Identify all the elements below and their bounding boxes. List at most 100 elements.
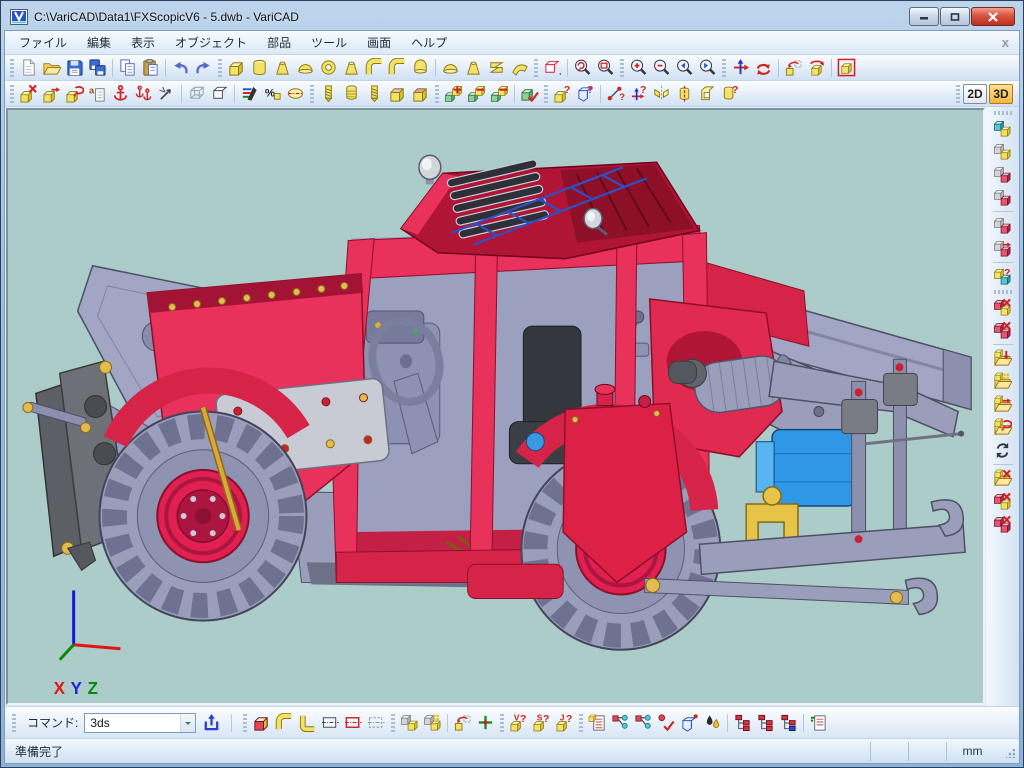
resize-grip[interactable] bbox=[1002, 742, 1017, 761]
menu-item-7[interactable]: ヘルプ bbox=[401, 31, 457, 54]
solid-sphere-quarter-button[interactable] bbox=[439, 57, 462, 79]
copy-solid-position-button[interactable] bbox=[782, 57, 805, 79]
assembly-list-button[interactable] bbox=[754, 712, 777, 734]
cylinder-info-button[interactable]: ? bbox=[719, 83, 742, 105]
move-view-button[interactable] bbox=[729, 57, 752, 79]
new-file-button[interactable] bbox=[17, 57, 40, 79]
view-2d-button[interactable]: 2D bbox=[963, 84, 987, 104]
solid-hollow-cone-button[interactable] bbox=[340, 57, 363, 79]
render-quality-button[interactable] bbox=[701, 712, 724, 734]
solid-box-button[interactable] bbox=[225, 57, 248, 79]
solid-cone-button[interactable] bbox=[271, 57, 294, 79]
link-parts-button[interactable] bbox=[609, 712, 632, 734]
save-all-button[interactable] bbox=[86, 57, 109, 79]
thread-hole-button[interactable] bbox=[340, 83, 363, 105]
fillet-edge-button[interactable] bbox=[386, 83, 409, 105]
part-origin-button[interactable] bbox=[678, 712, 701, 734]
solid-pipe-bend-button[interactable] bbox=[386, 57, 409, 79]
scale-solid-button[interactable]: % bbox=[261, 83, 284, 105]
section-solid-button[interactable] bbox=[284, 83, 307, 105]
menu-item-4[interactable]: 部品 bbox=[257, 31, 301, 54]
select-solids-button[interactable] bbox=[835, 57, 858, 79]
menu-item-0[interactable]: ファイル bbox=[9, 31, 77, 54]
command-input[interactable]: 3ds bbox=[84, 713, 196, 733]
rotate-solid-view-button[interactable] bbox=[991, 117, 1015, 140]
check-links-button[interactable] bbox=[655, 712, 678, 734]
link-parts-copy-button[interactable] bbox=[632, 712, 655, 734]
insert-anchor-button[interactable] bbox=[109, 83, 132, 105]
boolean-add-button[interactable] bbox=[442, 83, 465, 105]
blank-solid-button[interactable] bbox=[991, 214, 1015, 237]
save-file-button[interactable] bbox=[63, 57, 86, 79]
solid-attributes-button[interactable]: a bbox=[86, 83, 109, 105]
paste-from-clipboard-button[interactable] bbox=[139, 57, 162, 79]
part-section-hidden-button[interactable] bbox=[365, 712, 388, 734]
part-section-view-button[interactable] bbox=[319, 712, 342, 734]
position-part-button[interactable] bbox=[474, 712, 497, 734]
boolean-subtract-button[interactable] bbox=[465, 83, 488, 105]
assembly-structure-button[interactable] bbox=[777, 712, 800, 734]
info-inertia-button[interactable]: J? bbox=[553, 712, 576, 734]
zoom-in-button[interactable] bbox=[627, 57, 650, 79]
transform-part-button[interactable] bbox=[451, 712, 474, 734]
delete-from-library-button[interactable] bbox=[991, 467, 1015, 490]
check-solid-button[interactable] bbox=[518, 83, 541, 105]
minimize-button[interactable] bbox=[909, 7, 939, 26]
solid-tube-button[interactable] bbox=[317, 57, 340, 79]
menu-close-icon[interactable]: x bbox=[1002, 35, 1009, 50]
view-orientation-button[interactable] bbox=[541, 57, 564, 79]
move-rotate-solid-button[interactable] bbox=[63, 83, 86, 105]
move-part-button[interactable] bbox=[398, 712, 421, 734]
view-next-button[interactable] bbox=[696, 57, 719, 79]
menu-item-5[interactable]: ツール bbox=[301, 31, 357, 54]
shell-solid-button[interactable] bbox=[696, 83, 719, 105]
solid-z-profile-button[interactable] bbox=[485, 57, 508, 79]
title-bar[interactable]: C:\VariCAD\Data1\FXScopicV6 - 5.dwb - Va… bbox=[4, 1, 1020, 30]
zoom-window-button[interactable] bbox=[594, 57, 617, 79]
move-to-library-button[interactable] bbox=[991, 393, 1015, 416]
identify-assembly-button[interactable]: ? bbox=[574, 83, 597, 105]
measure-axes-button[interactable]: ? bbox=[627, 83, 650, 105]
drill-cone-button[interactable] bbox=[363, 83, 386, 105]
delete-all-hidden-button[interactable] bbox=[991, 513, 1015, 536]
wireframe-display-button[interactable] bbox=[185, 83, 208, 105]
part-box-button[interactable] bbox=[250, 712, 273, 734]
info-volume-button[interactable]: V? bbox=[507, 712, 530, 734]
copy-from-library-button[interactable] bbox=[991, 416, 1015, 439]
part-section-red-button[interactable] bbox=[342, 712, 365, 734]
pen-settings-button[interactable] bbox=[238, 83, 261, 105]
unblank-solid-button[interactable] bbox=[991, 237, 1015, 260]
assembly-tree-button[interactable] bbox=[731, 712, 754, 734]
copy-part-button[interactable] bbox=[421, 712, 444, 734]
erase-solids-button[interactable] bbox=[991, 296, 1015, 319]
zoom-out-button[interactable] bbox=[650, 57, 673, 79]
part-list-button[interactable] bbox=[586, 712, 609, 734]
menu-item-3[interactable]: オブジェクト bbox=[165, 31, 257, 54]
shaded-display-button[interactable] bbox=[208, 83, 231, 105]
solid-curved-plate-button[interactable] bbox=[508, 57, 531, 79]
delete-solid-button[interactable] bbox=[17, 83, 40, 105]
drill-hole-button[interactable] bbox=[317, 83, 340, 105]
refresh-view-button[interactable] bbox=[991, 439, 1015, 462]
part-profile-button[interactable] bbox=[296, 712, 319, 734]
boolean-cut-button[interactable] bbox=[488, 83, 511, 105]
restore-button[interactable] bbox=[940, 7, 970, 26]
info-surface-button[interactable]: S? bbox=[530, 712, 553, 734]
solid-cylinder-button[interactable] bbox=[248, 57, 271, 79]
attribute-list-button[interactable] bbox=[807, 712, 830, 734]
menu-item-2[interactable]: 表示 bbox=[121, 31, 165, 54]
view-previous-button[interactable] bbox=[673, 57, 696, 79]
menu-item-1[interactable]: 編集 bbox=[77, 31, 121, 54]
zoom-rotate-view-button[interactable] bbox=[571, 57, 594, 79]
command-dropdown-icon[interactable] bbox=[180, 714, 195, 732]
solid-sphere-cap-button[interactable] bbox=[294, 57, 317, 79]
solid-half-cylinder-button[interactable] bbox=[409, 57, 432, 79]
close-button[interactable] bbox=[971, 7, 1015, 26]
identify-view-solid-button[interactable]: ? bbox=[991, 265, 1015, 288]
chamfer-edge-button[interactable] bbox=[409, 83, 432, 105]
solid-pipe-elbow-button[interactable] bbox=[363, 57, 386, 79]
solid-pointed-cone-button[interactable] bbox=[462, 57, 485, 79]
viewport[interactable]: X Y Z bbox=[6, 108, 985, 705]
identify-solid-button[interactable]: ? bbox=[551, 83, 574, 105]
erase-all-solids-button[interactable] bbox=[991, 319, 1015, 342]
